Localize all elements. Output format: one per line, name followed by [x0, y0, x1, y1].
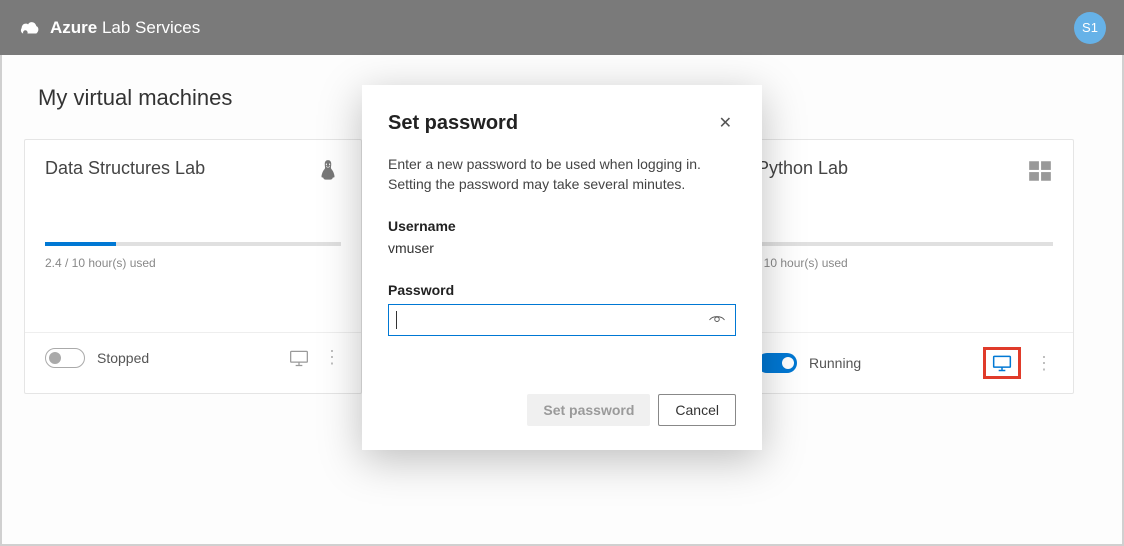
more-menu-icon[interactable]: ⋮	[1035, 353, 1053, 374]
connect-icon[interactable]	[289, 349, 309, 367]
vm-card: Python Lab / 10 hour(s) used	[736, 139, 1074, 394]
username-value: vmuser	[388, 240, 736, 256]
set-password-button[interactable]: Set password	[527, 394, 650, 426]
user-avatar[interactable]: S1	[1074, 12, 1106, 44]
reveal-password-icon[interactable]	[708, 313, 726, 327]
dialog-description: Enter a new password to be used when log…	[388, 155, 736, 194]
usage-text: 2.4 / 10 hour(s) used	[45, 256, 341, 270]
text-cursor	[396, 311, 397, 329]
close-icon[interactable]: ✕	[715, 109, 736, 137]
password-label: Password	[388, 282, 736, 298]
dialog-title: Set password	[388, 112, 518, 135]
usage-progress	[757, 242, 1053, 246]
more-menu-icon[interactable]: ⋮	[323, 347, 341, 368]
progress-fill	[45, 242, 116, 246]
vm-card: Data Structures Lab 2.4 / 10 hour(s) use…	[24, 139, 362, 394]
linux-icon	[315, 158, 341, 184]
connect-button-highlight	[983, 347, 1021, 379]
power-toggle[interactable]	[45, 348, 85, 368]
vm-title: Python Lab	[757, 158, 848, 179]
usage-text: / 10 hour(s) used	[757, 256, 1053, 270]
windows-icon	[1027, 158, 1053, 184]
azure-logo-icon	[18, 17, 40, 39]
username-label: Username	[388, 218, 736, 234]
set-password-dialog: Set password ✕ Enter a new password to b…	[362, 85, 762, 450]
power-toggle[interactable]	[757, 353, 797, 373]
app-header: Azure Lab Services S1	[0, 0, 1124, 55]
vm-status: Running	[809, 355, 861, 371]
connect-icon[interactable]	[992, 354, 1012, 372]
usage-progress	[45, 242, 341, 246]
password-input[interactable]	[388, 304, 736, 336]
cancel-button[interactable]: Cancel	[658, 394, 736, 426]
vm-status: Stopped	[97, 350, 149, 366]
vm-title: Data Structures Lab	[45, 158, 205, 179]
brand: Azure Lab Services	[18, 17, 200, 39]
brand-text: Azure Lab Services	[50, 18, 200, 38]
